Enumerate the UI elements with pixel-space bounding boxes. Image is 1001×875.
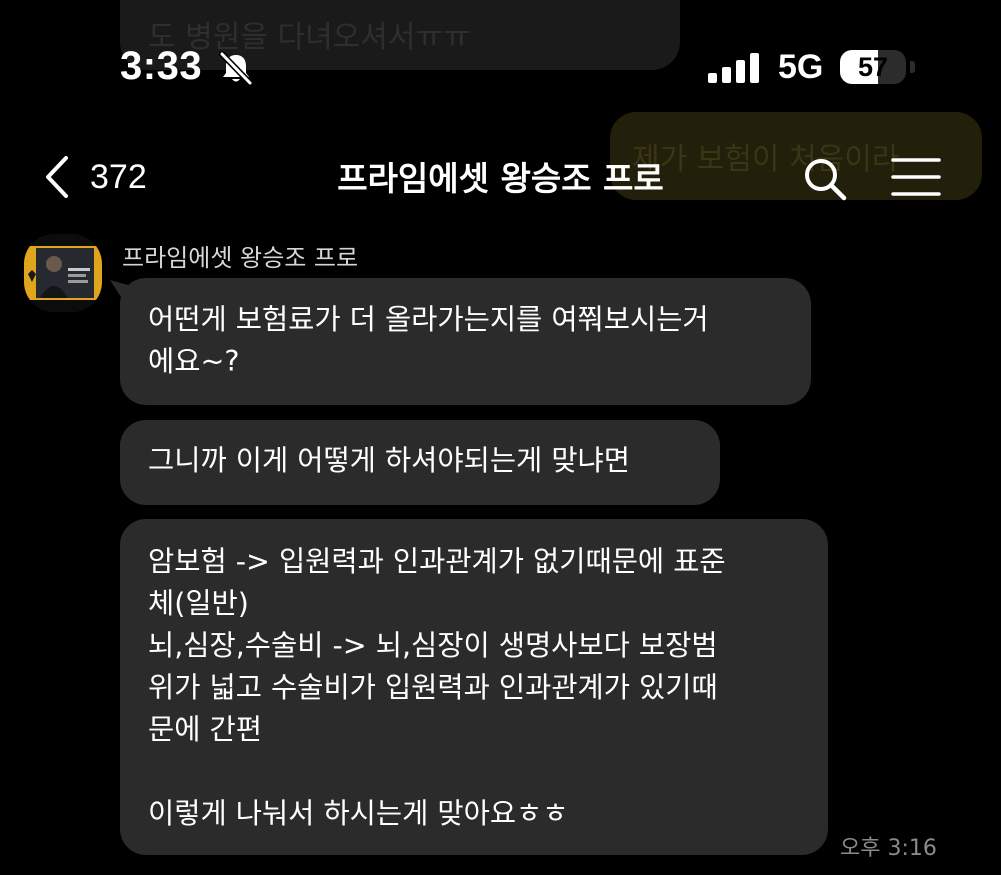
- battery-cap: [910, 61, 915, 73]
- search-icon[interactable]: [800, 154, 850, 204]
- battery-percent: 57: [857, 51, 889, 82]
- message-text-line: 뇌,심장,수술비 -> 뇌,심장이 생명사보다 보장범: [148, 629, 718, 662]
- bell-slash-icon: [219, 51, 253, 86]
- message-text-line: 문에 간편: [148, 713, 262, 746]
- message-bubble[interactable]: 암보험 -> 입원력과 인과관계가 없기때문에 표준 체(일반) 뇌,심장,수술…: [120, 519, 828, 855]
- chat-title: 프라임에셋 왕승조 프로: [337, 159, 664, 198]
- sender-avatar[interactable]: [24, 234, 102, 312]
- message-timestamp: 오후 3:16: [840, 836, 937, 861]
- message-text-line: 이렇게 나눠서 하시는게 맞아요ㅎㅎ: [148, 797, 569, 830]
- battery-indicator: 57: [840, 50, 906, 84]
- message-bubble[interactable]: 그니까 이게 어떻게 하셔야되는게 맞냐면: [120, 420, 720, 505]
- message-text-line: 에요~?: [148, 345, 240, 378]
- message-text-line: 암보험 -> 입원력과 인과관계가 없기때문에 표준: [148, 545, 726, 578]
- message-text-line: 어떤게 보험료가 더 올라가는지를 여쭤보시는거: [148, 303, 709, 336]
- message-bubble[interactable]: 어떤게 보험료가 더 올라가는지를 여쭤보시는거 에요~?: [120, 278, 811, 405]
- chat-screen: 도 병원을 다녀오셔서ㅠㅠ 제가 보험이 처음이라 3:33 5G 57 372…: [0, 0, 1001, 875]
- message-text-line: 그니까 이게 어떻게 하셔야되는게 맞냐면: [148, 444, 630, 477]
- hamburger-menu-icon[interactable]: [890, 156, 942, 198]
- message-text-line: 위가 넓고 수술비가 입원력과 인과관계가 있기때: [148, 671, 718, 704]
- avatar-image: [24, 234, 102, 312]
- status-time: 3:33: [120, 44, 203, 88]
- message-text-line: 체(일반): [148, 587, 249, 620]
- signal-bars-icon: [708, 53, 759, 83]
- network-type: 5G: [778, 48, 824, 86]
- sender-name: 프라임에셋 왕승조 프로: [122, 244, 359, 272]
